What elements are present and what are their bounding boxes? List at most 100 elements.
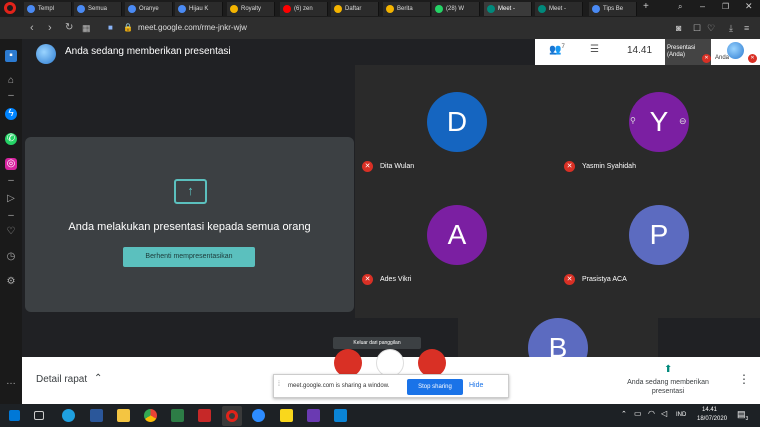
notifications-icon[interactable]: ▤3 <box>737 409 748 422</box>
tab-favicon-icon <box>77 5 85 13</box>
close-window-icon[interactable]: ✕ <box>745 1 753 12</box>
zoom-icon[interactable] <box>252 409 265 422</box>
forward-icon[interactable]: › <box>48 21 52 35</box>
sticky-notes-icon[interactable] <box>280 409 293 422</box>
pin-icon[interactable]: ⚲ <box>630 116 636 125</box>
leave-call-button[interactable] <box>376 349 404 377</box>
language-indicator[interactable]: IND <box>676 412 686 418</box>
speed-dial-icon[interactable]: ▪ <box>5 50 17 62</box>
hide-sharing-bar-link[interactable]: Hide <box>469 382 483 389</box>
snapshot-icon[interactable]: ◙ <box>676 21 681 35</box>
participant-avatar-prasistya: P <box>629 205 689 265</box>
opera-taskbar-button[interactable] <box>222 406 242 426</box>
mic-off-icon: ✕ <box>564 274 575 285</box>
back-icon[interactable]: ‹ <box>30 21 34 35</box>
browser-tab[interactable]: Berita <box>383 2 431 16</box>
stop-presenting-button[interactable]: Berhenti mempresentasikan <box>123 247 255 267</box>
messenger-icon[interactable]: ϟ <box>5 108 17 120</box>
easy-setup-icon[interactable]: ≡ <box>744 21 749 35</box>
stop-sharing-button[interactable]: Stop sharing <box>407 379 463 395</box>
url-field[interactable]: meet.google.com/rme-jnkr-wjw <box>138 21 247 35</box>
network-icon[interactable]: ▭ <box>634 409 642 418</box>
bookmark-icon[interactable]: ☐ <box>693 21 701 35</box>
store-icon[interactable] <box>171 409 184 422</box>
leave-call-tooltip: Keluar dari panggilan <box>333 337 421 349</box>
home-grid-icon[interactable]: ▦ <box>82 21 91 35</box>
address-bar: ‹ › ↻ ▦ ■ 🔒 meet.google.com/rme-jnkr-wjw… <box>0 17 760 39</box>
browser-tab[interactable]: Royalty <box>227 2 275 16</box>
more-sidebar-icon[interactable]: … <box>5 376 17 388</box>
browser-tab[interactable]: (6) zen <box>280 2 328 16</box>
camera-toggle-button[interactable] <box>418 349 446 377</box>
mic-toggle-button[interactable] <box>334 349 362 377</box>
tab-favicon-icon <box>27 5 35 13</box>
meeting-details-button[interactable]: Detail rapat <box>36 374 87 385</box>
tab-favicon-icon <box>487 5 495 13</box>
search-tabs-icon[interactable]: ⌕ <box>678 2 682 12</box>
wifi-icon[interactable]: ◠ <box>648 409 655 418</box>
browser-tab[interactable]: Semua <box>74 2 122 16</box>
browser-tab[interactable]: Meet - <box>484 2 532 16</box>
download-icon[interactable]: ⤓ <box>729 21 733 35</box>
tab-label: Templ <box>38 6 55 12</box>
history-icon[interactable]: ◷ <box>5 251 17 263</box>
bookmarks-heart-icon[interactable]: ♡ <box>5 226 17 238</box>
home-icon[interactable]: ⌂ <box>5 75 17 87</box>
page-title: Anda sedang memberikan presentasi <box>65 46 231 57</box>
tab-label: (28) W <box>446 6 464 12</box>
browser-tab[interactable]: Oranye <box>125 2 173 16</box>
tab-favicon-icon <box>128 5 136 13</box>
present-message: Anda melakukan presentasi kepada semua o… <box>68 221 311 233</box>
tab-label: (6) zen <box>294 6 313 12</box>
chevron-up-icon[interactable]: ⌃ <box>621 410 627 418</box>
opera-sidebar: ▪ ⌂ – ϟ ✆ ◎ – ▷ – ♡ ◷ ⚙ … <box>0 39 22 404</box>
opera-icon <box>226 410 238 422</box>
tab-favicon-icon <box>386 5 394 13</box>
chat-icon[interactable]: ☰ <box>590 44 599 55</box>
tab-label: Meet - <box>549 6 567 12</box>
heart-icon[interactable]: ♡ <box>707 21 715 35</box>
remove-icon[interactable]: ⊖ <box>679 116 687 127</box>
chrome-icon[interactable] <box>144 409 157 422</box>
new-tab-icon[interactable]: + <box>643 1 649 12</box>
instagram-icon[interactable]: ◎ <box>5 158 17 170</box>
edge-icon[interactable] <box>62 409 75 422</box>
flow-icon[interactable]: ▷ <box>5 193 17 205</box>
browser-tab[interactable]: Tips Be <box>589 2 637 16</box>
settings-gear-icon[interactable]: ⚙ <box>5 276 17 288</box>
browser-tab[interactable]: (28) W <box>432 2 480 16</box>
meeting-time: 14.41 <box>627 45 653 56</box>
whatsapp-icon[interactable]: ✆ <box>5 133 17 145</box>
browser-tab[interactable]: Daftar <box>331 2 379 16</box>
chevron-up-icon[interactable]: ⌃ <box>94 373 102 384</box>
app-icon[interactable] <box>198 409 211 422</box>
browser-tab[interactable]: Meet - <box>535 2 583 16</box>
camera-indicator-icon[interactable]: ■ <box>108 21 113 35</box>
volume-icon[interactable]: ◁ <box>661 409 667 418</box>
presenting-status[interactable]: Anda sedang memberikan presentasi <box>618 378 718 396</box>
drag-handle-icon[interactable]: ⁞ <box>278 381 280 388</box>
restore-icon[interactable]: ❐ <box>722 2 729 11</box>
file-explorer-icon[interactable] <box>117 409 130 422</box>
present-screen-icon[interactable]: ⬆ <box>664 364 672 375</box>
opera-logo-icon[interactable] <box>4 2 16 14</box>
media-player-icon[interactable] <box>334 409 347 422</box>
participant-name: Prasistya ACA <box>582 276 627 283</box>
word-icon[interactable] <box>90 409 103 422</box>
tab-favicon-icon <box>435 5 443 13</box>
more-options-icon[interactable]: ⋮ <box>738 372 750 386</box>
windows-taskbar: ⌃ ▭ ◠ ◁ IND 14.41 18/07/2020 ▤3 <box>0 404 760 427</box>
windows-start-icon[interactable] <box>9 410 20 421</box>
clock-date[interactable]: 18/07/2020 <box>697 416 727 422</box>
browser-tab[interactable]: Templ <box>24 2 72 16</box>
people-icon[interactable]: 👥7 <box>549 44 565 55</box>
minimize-icon[interactable]: – <box>700 1 705 11</box>
browser-tab[interactable]: Hijau K <box>175 2 223 16</box>
participant-name: Yasmin Syahidah <box>582 163 636 170</box>
clock-time[interactable]: 14.41 <box>702 407 717 413</box>
task-view-icon[interactable] <box>34 411 44 420</box>
presentation-panel: ↑ Anda melakukan presentasi kepada semua… <box>25 137 354 312</box>
visual-studio-icon[interactable] <box>307 409 320 422</box>
notification-count: 3 <box>745 415 749 422</box>
reload-icon[interactable]: ↻ <box>65 21 73 35</box>
